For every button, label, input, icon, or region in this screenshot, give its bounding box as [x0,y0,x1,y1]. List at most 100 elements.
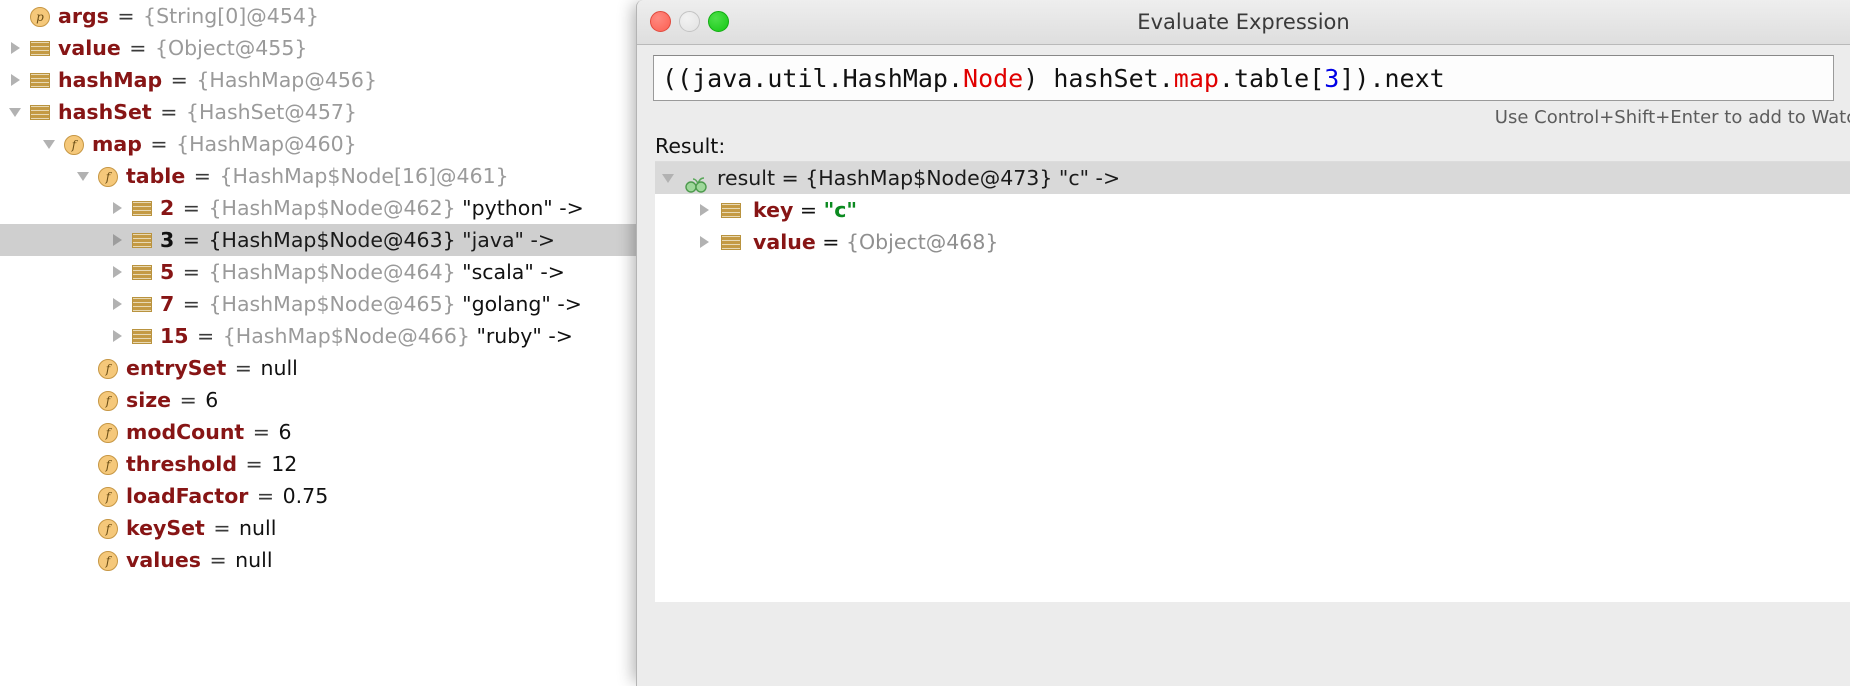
equals-sign: = [143,132,175,156]
variable-row[interactable]: f values = null [0,544,636,576]
variable-row[interactable]: 2 = {HashMap$Node@462} "python" -> [0,192,636,224]
dialog-titlebar[interactable]: Evaluate Expression [637,0,1850,45]
variable-text: size = 6 [126,384,218,416]
variable-row[interactable]: f modCount = 6 [0,416,636,448]
result-name: result [717,166,775,190]
expand-triangle-icon[interactable] [695,226,713,258]
parameter-badge-icon: p [30,7,50,27]
expression-input[interactable]: ((java.util.HashMap.Node) hashSet.map.ta… [653,55,1834,101]
glasses-icon [685,170,711,193]
variable-row[interactable]: value = {Object@455} [0,32,636,64]
object-stripes-icon [30,105,50,120]
variable-text: values = null [126,544,273,576]
result-row[interactable]: value = {Object@468} [655,226,1850,258]
result-value: "c" [823,198,858,222]
equals-sign: = [164,68,195,92]
variable-row[interactable]: hashMap = {HashMap@456} [0,64,636,96]
variable-name: 5 [160,260,175,284]
variable-row[interactable]: 15 = {HashMap$Node@466} "ruby" -> [0,320,636,352]
variable-name: values [126,548,201,572]
variable-row[interactable]: f size = 6 [0,384,636,416]
variable-row[interactable]: 7 = {HashMap$Node@465} "golang" -> [0,288,636,320]
equals-sign: = [202,548,234,572]
expand-triangle-icon[interactable] [6,32,24,64]
variable-text: hashMap = {HashMap@456} [58,64,377,96]
field-badge-icon: f [98,519,118,539]
variable-value: 6 [278,420,292,444]
variable-name: 7 [160,292,175,316]
expand-triangle-icon[interactable] [695,194,713,226]
collapse-triangle-icon[interactable] [74,160,92,192]
equals-sign: = [239,452,270,476]
equals-sign: = [190,324,221,348]
object-stripes-icon [721,235,741,250]
variable-reference: {HashMap$Node@463} [208,228,456,252]
equals-sign: = [176,292,207,316]
expression-token: .table[ [1218,63,1325,93]
result-tree[interactable]: result = {HashMap$Node@473} "c" -> key = … [655,161,1850,602]
variable-text: args = {String[0]@454} [58,0,319,32]
result-reference: {HashMap$Node@473} [805,166,1053,190]
result-row[interactable]: key = "c" [655,194,1850,226]
variable-reference: {HashMap$Node@462} [208,196,456,220]
variable-row[interactable]: f threshold = 12 [0,448,636,480]
object-stripes-icon [132,329,152,344]
variable-value: "ruby" -> [469,324,573,348]
variable-row[interactable]: f table = {HashMap$Node[16]@461} [0,160,636,192]
object-stripes-icon [30,73,50,88]
equals-sign: = [206,516,238,540]
result-name: value [753,230,816,254]
result-reference: {Object@468} [845,230,999,254]
expand-triangle-icon[interactable] [6,64,24,96]
variable-text: 2 = {HashMap$Node@462} "python" -> [160,192,584,224]
field-badge-icon: f [98,423,118,443]
variable-value: null [235,548,273,572]
expression-token: map [1173,63,1219,93]
variable-reference: {String[0]@454} [143,4,319,28]
variable-name: loadFactor [126,484,249,508]
variable-value: 0.75 [282,484,329,508]
variable-name: hashSet [58,100,152,124]
variable-row[interactable]: 3 = {HashMap$Node@463} "java" -> [0,224,636,256]
variable-row[interactable]: p args = {String[0]@454} [0,0,636,32]
variable-row[interactable]: f loadFactor = 0.75 [0,480,636,512]
expand-triangle-icon[interactable] [108,256,126,288]
variable-text: loadFactor = 0.75 [126,480,328,512]
variable-row[interactable]: f keySet = null [0,512,636,544]
collapse-triangle-icon[interactable] [40,128,58,160]
object-stripes-icon [30,41,50,56]
variables-tree-panel[interactable]: p args = {String[0]@454} value = {Object@4… [0,0,636,686]
equals-sign: = [110,4,142,28]
variable-reference: {HashMap$Node@465} [208,292,456,316]
variable-row[interactable]: f entrySet = null [0,352,636,384]
variable-row[interactable]: hashSet = {HashSet@457} [0,96,636,128]
variable-text: entrySet = null [126,352,298,384]
object-stripes-icon [132,265,152,280]
variable-name: size [126,388,172,412]
variable-reference: {HashMap@456} [196,68,377,92]
variable-text: 5 = {HashMap$Node@464} "scala" -> [160,256,565,288]
variable-row[interactable]: f map = {HashMap@460} [0,128,636,160]
field-badge-icon: f [98,391,118,411]
variable-row[interactable]: 5 = {HashMap$Node@464} "scala" -> [0,256,636,288]
result-row[interactable]: result = {HashMap$Node@473} "c" -> [655,162,1850,194]
variable-text: threshold = 12 [126,448,297,480]
equals-sign: = [176,196,207,220]
expand-triangle-icon[interactable] [108,320,126,352]
variable-value: "java" -> [455,228,556,252]
variable-name: table [126,164,186,188]
collapse-triangle-icon[interactable] [659,162,677,194]
variable-text: value = {Object@455} [58,32,307,64]
result-value: "c" -> [1052,166,1121,190]
expression-token: ) hashSet. [1023,63,1174,93]
expression-text: ((java.util.HashMap.Node) hashSet.map.ta… [662,64,1445,93]
expand-triangle-icon[interactable] [108,288,126,320]
expand-triangle-icon[interactable] [108,192,126,224]
collapse-triangle-icon[interactable] [6,96,24,128]
expand-triangle-icon[interactable] [108,224,126,256]
variable-value: 12 [271,452,298,476]
equals-sign: = [187,164,218,188]
variable-name: threshold [126,452,237,476]
dialog-title: Evaluate Expression [1137,10,1350,34]
result-text: result = {HashMap$Node@473} "c" -> [717,162,1120,194]
